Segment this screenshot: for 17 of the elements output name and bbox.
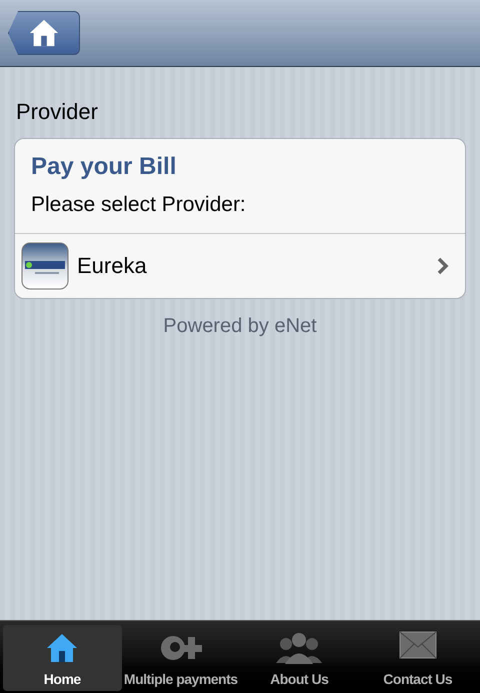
provider-row[interactable]: Eureka	[15, 234, 465, 298]
home-back-button[interactable]	[8, 11, 80, 55]
card-title: Pay your Bill	[31, 152, 178, 182]
home-icon	[45, 631, 80, 665]
people-icon	[274, 631, 324, 665]
chevron-right-icon	[437, 256, 449, 274]
provider-logo-icon	[21, 242, 69, 290]
section-title: Provider	[15, 98, 99, 126]
tab-bar-item[interactable]: Multiple payments	[122, 625, 240, 691]
envelope-icon	[398, 631, 437, 659]
provider-name: Eureka	[77, 252, 148, 280]
powered-by-text: Powered by eNet	[162, 314, 318, 338]
tab-bar-item[interactable]: About Us	[240, 625, 358, 691]
card-subtitle: Please select Provider:	[31, 192, 247, 218]
home-icon	[28, 17, 60, 49]
tab-bar-item[interactable]: Contact Us	[358, 625, 477, 691]
tab-bar-item[interactable]: Home	[3, 625, 122, 691]
